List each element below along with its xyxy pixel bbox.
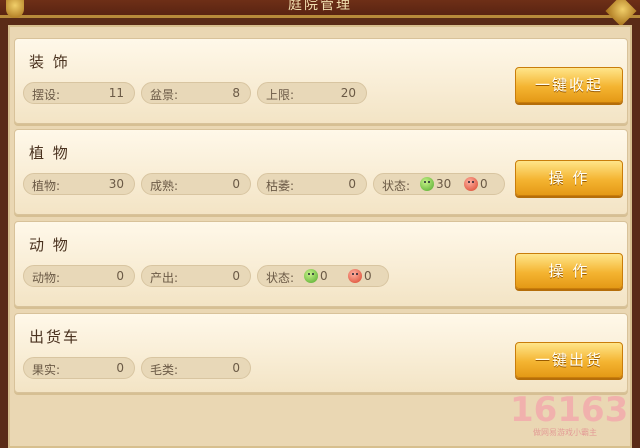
stat-pill: 产出: 0 xyxy=(141,265,251,287)
decoration-title: 装 饰 xyxy=(29,53,70,71)
stat-pill: 上限: 20 xyxy=(257,82,367,104)
page-title: 庭院管理 xyxy=(288,0,352,13)
green-smiley-icon xyxy=(420,177,434,191)
green-smiley-icon xyxy=(304,269,318,283)
title-bar: 庭院管理 xyxy=(0,0,640,27)
decoration-card: 装 饰 摆设: 11 盆景: 8 上限: 20 一键收起 xyxy=(14,38,628,124)
stat-pill: 毛类: 0 xyxy=(141,357,251,379)
stat-label: 产出: xyxy=(150,271,179,285)
stat-pill: 植物: 30 xyxy=(23,173,135,195)
stat-pill: 枯萎: 0 xyxy=(257,173,367,195)
status-pill: 状态: 30 0 xyxy=(373,173,505,195)
plant-title: 植 物 xyxy=(29,144,70,162)
stat-label: 成熟: xyxy=(150,179,179,193)
animal-title: 动 物 xyxy=(29,236,70,254)
bad-count: 0 xyxy=(364,269,372,283)
stat-pill: 成熟: 0 xyxy=(141,173,251,195)
good-count: 30 xyxy=(436,177,452,191)
stat-pill: 摆设: 11 xyxy=(23,82,135,104)
courtyard-panel: 装 饰 摆设: 11 盆景: 8 上限: 20 一键收起 植 物 植物: 30 xyxy=(8,25,632,448)
collect-all-button[interactable]: 一键收起 xyxy=(515,67,623,103)
animal-card: 动 物 动物: 0 产出: 0 状态: 0 0 操 作 xyxy=(14,221,628,307)
stat-label: 上限: xyxy=(266,88,295,102)
watermark-logo: 16163 做网易游戏小霸主 xyxy=(510,390,628,437)
button-label: 操 作 xyxy=(548,169,590,187)
stat-label: 枯萎: xyxy=(266,179,295,193)
stat-pill: 动物: 0 xyxy=(23,265,135,287)
stat-pill: 果实: 0 xyxy=(23,357,135,379)
stat-value: 0 xyxy=(116,361,124,375)
watermark-text: 16163 xyxy=(510,390,629,430)
status-label: 状态: xyxy=(266,271,295,285)
stat-value: 0 xyxy=(232,269,240,283)
animal-operate-button[interactable]: 操 作 xyxy=(515,253,623,289)
bad-count: 0 xyxy=(480,177,488,191)
status-pill: 状态: 0 0 xyxy=(257,265,389,287)
stat-label: 果实: xyxy=(32,363,61,377)
stat-label: 毛类: xyxy=(150,363,179,377)
stat-label: 植物: xyxy=(32,179,61,193)
stat-value: 0 xyxy=(232,177,240,191)
good-count: 0 xyxy=(320,269,328,283)
shipping-cart-card: 出货车 果实: 0 毛类: 0 一键出货 xyxy=(14,313,628,393)
shipping-title: 出货车 xyxy=(29,328,81,346)
ship-all-button[interactable]: 一键出货 xyxy=(515,342,623,378)
stat-label: 摆设: xyxy=(32,88,61,102)
stat-label: 盆景: xyxy=(150,88,179,102)
red-angry-icon xyxy=(348,269,362,283)
stat-pill: 盆景: 8 xyxy=(141,82,251,104)
plant-operate-button[interactable]: 操 作 xyxy=(515,160,623,196)
watermark-subtext: 做网易游戏小霸主 xyxy=(533,428,597,437)
button-label: 一键收起 xyxy=(534,76,603,94)
stat-value: 0 xyxy=(348,177,356,191)
stat-value: 0 xyxy=(116,269,124,283)
button-label: 操 作 xyxy=(548,262,590,280)
stat-value: 8 xyxy=(232,86,240,100)
stat-value: 11 xyxy=(108,86,124,100)
button-label: 一键出货 xyxy=(534,351,603,369)
status-label: 状态: xyxy=(382,179,411,193)
stat-value: 30 xyxy=(108,177,124,191)
red-angry-icon xyxy=(464,177,478,191)
stat-label: 动物: xyxy=(32,271,61,285)
stat-value: 20 xyxy=(340,86,356,100)
plant-card: 植 物 植物: 30 成熟: 0 枯萎: 0 状态: 30 0 操 作 xyxy=(14,129,628,215)
stat-value: 0 xyxy=(232,361,240,375)
